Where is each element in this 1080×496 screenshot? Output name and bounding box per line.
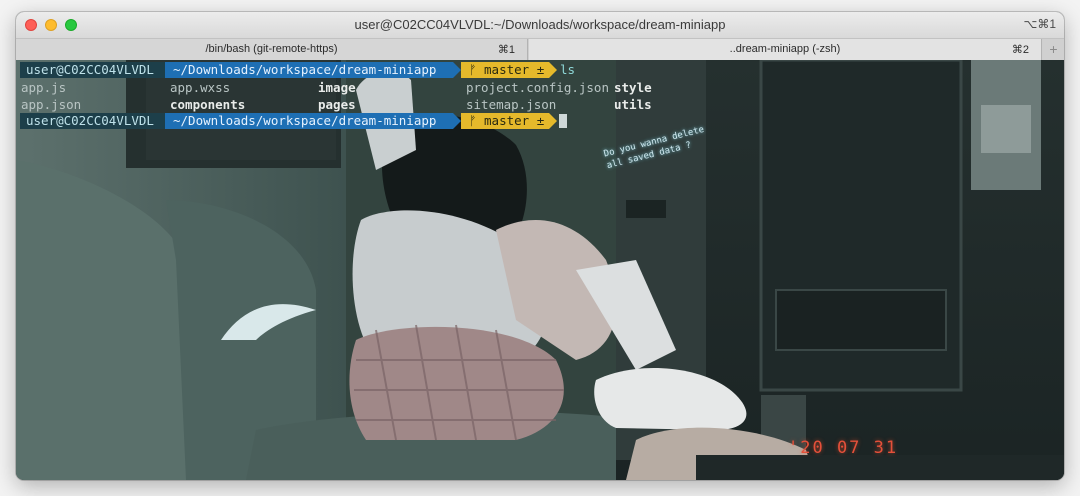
- tab-shortcut: ⌘1: [497, 44, 515, 56]
- terminal-window: user@C02CC04VLVDL:~/Downloads/workspace/…: [16, 12, 1064, 480]
- new-tab-button[interactable]: +: [1043, 39, 1064, 60]
- ls-output-row: app.js app.wxss image project.config.jso…: [20, 79, 1060, 96]
- git-branch-icon: ᚠ: [469, 113, 485, 128]
- prompt-separator-icon: [453, 62, 461, 78]
- tab-label: ..dream-miniapp (-zsh): [729, 43, 841, 55]
- ls-item: project.config.json: [466, 80, 609, 95]
- ls-item: utils: [614, 97, 652, 112]
- ls-item: style: [614, 80, 652, 95]
- prompt-user: user@C02CC04VLVDL: [20, 62, 165, 78]
- prompt-path: ~/Downloads/workspace/dream-miniapp: [165, 113, 453, 129]
- tab-label: /bin/bash (git-remote-https): [205, 43, 338, 55]
- prompt-separator-icon: [549, 62, 557, 78]
- date-stamp: '20 07 31: [788, 438, 899, 458]
- prompt-path: ~/Downloads/workspace/dream-miniapp: [165, 62, 453, 78]
- ls-item: app.wxss: [170, 80, 231, 95]
- terminal-output[interactable]: user@C02CC04VLVDL ~/Downloads/workspace/…: [20, 62, 1060, 130]
- prompt-line: user@C02CC04VLVDL ~/Downloads/workspace/…: [20, 113, 1060, 130]
- ls-item: components: [170, 97, 246, 112]
- prompt-user: user@C02CC04VLVDL: [20, 113, 165, 129]
- prompt-git-branch: ᚠ master ±: [461, 113, 549, 129]
- terminal-content[interactable]: Do you wanna delete all saved data ? '20…: [16, 60, 1064, 480]
- ls-item: app.json: [21, 97, 82, 112]
- prompt-line: user@C02CC04VLVDL ~/Downloads/workspace/…: [20, 62, 1060, 79]
- ls-item: image: [318, 80, 356, 95]
- ls-item: app.js: [21, 80, 67, 95]
- prompt-git-branch: ᚠ master ±: [461, 62, 549, 78]
- window-title: user@C02CC04VLVDL:~/Downloads/workspace/…: [354, 17, 726, 32]
- ls-item: sitemap.json: [466, 97, 557, 112]
- title-bar[interactable]: user@C02CC04VLVDL:~/Downloads/workspace/…: [16, 12, 1064, 39]
- tab-shortcut: ⌘2: [1011, 44, 1029, 56]
- typed-command: ls: [560, 62, 576, 77]
- window-shortcut: ⌥⌘1: [1023, 17, 1056, 31]
- tab-zsh[interactable]: ..dream-miniapp (-zsh) ⌘2: [529, 39, 1042, 60]
- terminal-cursor: [559, 114, 567, 128]
- tab-bar: /bin/bash (git-remote-https) ⌘1 ..dream-…: [16, 39, 1064, 61]
- prompt-separator-icon: [549, 113, 557, 129]
- prompt-separator-icon: [453, 113, 461, 129]
- git-branch-label: master ±: [484, 62, 545, 77]
- git-branch-icon: ᚠ: [469, 62, 485, 77]
- ls-item: pages: [318, 97, 356, 112]
- git-branch-label: master ±: [484, 113, 545, 128]
- ls-output-row: app.json components pages sitemap.json u…: [20, 96, 1060, 113]
- tab-bash[interactable]: /bin/bash (git-remote-https) ⌘1: [16, 39, 528, 60]
